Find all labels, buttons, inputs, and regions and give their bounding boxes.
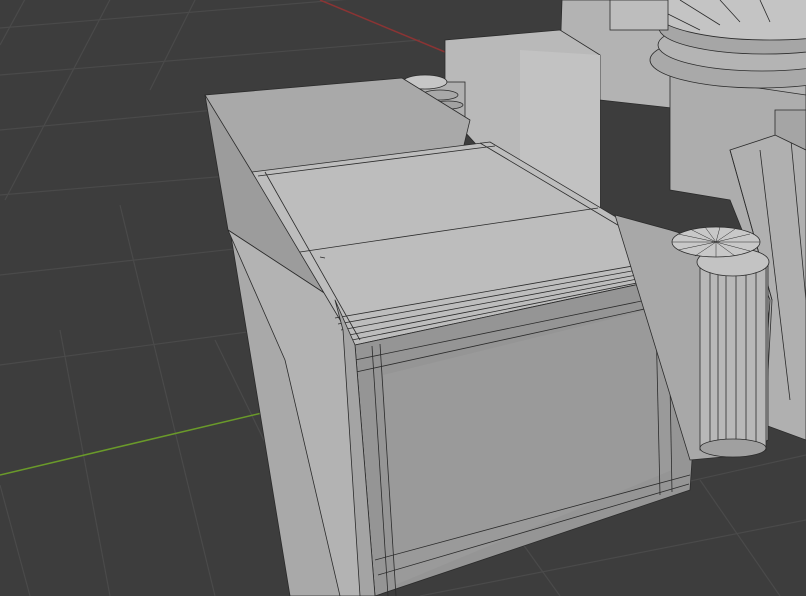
3d-viewport[interactable]	[0, 0, 806, 596]
x-axis-line	[319, 0, 446, 53]
viewport-canvas[interactable]	[0, 0, 806, 596]
y-axis-line	[0, 403, 301, 476]
box-mesh[interactable]	[204, 77, 706, 596]
